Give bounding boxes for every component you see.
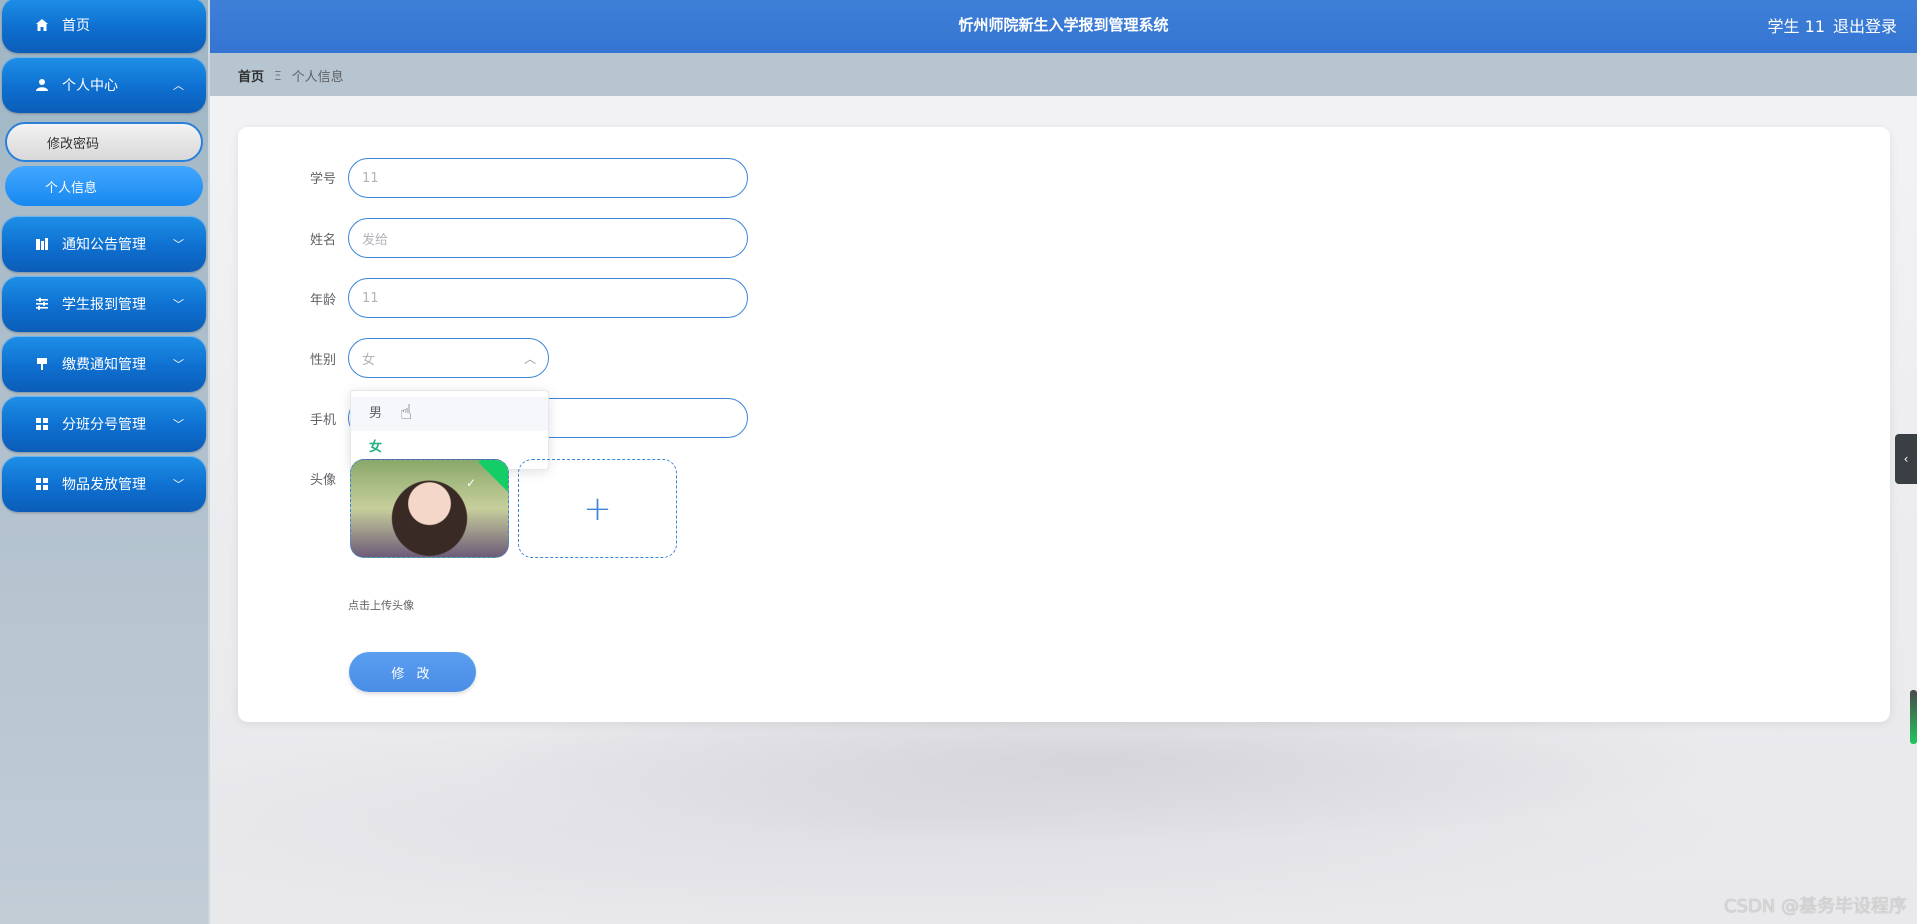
sidebar-subitem-personal-info[interactable]: 个人信息 xyxy=(5,166,203,206)
gender-select-value: 女 xyxy=(362,352,376,368)
age-label: 年龄 xyxy=(310,293,337,308)
app-title: 忻州师院新生入学报到管理系统 xyxy=(958,16,1169,34)
sidebar-item-personal-center[interactable]: 个人中心 ︿ xyxy=(2,57,206,113)
avatar-label: 头像 xyxy=(310,473,337,488)
breadcrumb-bar: 首页 Ξ 个人信息 xyxy=(210,53,1917,96)
chevron-down-icon: ﹀ xyxy=(173,358,184,371)
current-user: 学生 11 xyxy=(1767,17,1825,36)
sidebar-subitem-label: 个人信息 xyxy=(45,180,98,196)
plus-icon: + xyxy=(583,488,612,529)
user-icon xyxy=(34,77,50,93)
breadcrumb-home[interactable]: 首页 xyxy=(238,66,264,85)
grid-icon xyxy=(34,476,50,492)
sidebar-item-label: 分班分号管理 xyxy=(62,417,146,433)
breadcrumb-current: 个人信息 xyxy=(291,70,344,85)
hand-cursor-icon: ☝ xyxy=(400,400,413,424)
sidebar-subitem-change-password[interactable]: 修改密码 xyxy=(5,122,203,162)
scroll-indicator[interactable] xyxy=(1910,690,1917,744)
sidebar-item-payment[interactable]: 缴费通知管理 ﹀ xyxy=(2,336,206,392)
building-icon xyxy=(34,236,50,252)
sidebar-item-registration[interactable]: 学生报到管理 ﹀ xyxy=(2,276,206,332)
sidebar-item-home[interactable]: 首页 xyxy=(2,0,206,53)
sidebar-item-class-assignment[interactable]: 分班分号管理 ﹀ xyxy=(2,396,206,452)
sidebar: 首页 个人中心 ︿ 修改密码 个人信息 通知公告管理 ﹀ 学生报到管理 ﹀ 缴费… xyxy=(0,0,210,924)
gender-label: 性别 xyxy=(310,353,337,368)
sidebar-item-label: 学生报到管理 xyxy=(62,297,146,313)
student-id-label: 学号 xyxy=(310,172,337,187)
check-icon: ✓ xyxy=(465,476,476,490)
avatar-upload-button[interactable]: + xyxy=(518,459,677,558)
sliders-icon xyxy=(34,296,50,312)
avatar-preview[interactable]: ✓ xyxy=(350,459,509,558)
home-icon xyxy=(34,17,50,33)
name-field[interactable]: 发给 xyxy=(348,218,748,258)
gender-option-male[interactable]: 男 xyxy=(351,397,548,431)
grid-icon xyxy=(34,416,50,432)
chevron-down-icon: ﹀ xyxy=(173,238,184,251)
breadcrumb: 首页 Ξ 个人信息 xyxy=(238,66,344,86)
gender-select[interactable]: 女 ︿ xyxy=(348,338,549,378)
submit-button[interactable]: 修 改 xyxy=(349,652,476,692)
age-field[interactable]: 11 xyxy=(348,278,748,318)
avatar-upload-tip: 点击上传头像 xyxy=(348,599,414,612)
chevron-down-icon: ﹀ xyxy=(173,298,184,311)
sidebar-item-notice[interactable]: 通知公告管理 ﹀ xyxy=(2,216,206,272)
sidebar-subitem-label: 修改密码 xyxy=(47,136,100,152)
side-panel-toggle[interactable]: ‹ xyxy=(1895,434,1917,484)
chevron-down-icon: ﹀ xyxy=(173,478,184,491)
phone-label: 手机 xyxy=(310,413,337,428)
sidebar-item-label: 缴费通知管理 xyxy=(62,357,146,373)
upload-success-badge xyxy=(478,460,508,494)
student-id-field[interactable]: 11 xyxy=(348,158,748,198)
name-label: 姓名 xyxy=(310,233,337,248)
chevron-up-icon: ︿ xyxy=(523,352,536,366)
brush-icon xyxy=(34,356,50,372)
top-header: 忻州师院新生入学报到管理系统 学生 11 退出登录 xyxy=(210,0,1917,53)
chevron-left-icon: ‹ xyxy=(1903,452,1909,466)
sidebar-item-label: 首页 xyxy=(62,18,90,34)
chevron-up-icon: ︿ xyxy=(173,79,184,92)
gender-dropdown: 男 女 xyxy=(350,390,549,470)
breadcrumb-separator: Ξ xyxy=(274,68,282,83)
sidebar-item-distribution[interactable]: 物品发放管理 ﹀ xyxy=(2,456,206,512)
sidebar-item-label: 个人中心 xyxy=(62,78,118,94)
watermark: CSDN @基务毕设程序 xyxy=(1723,896,1907,917)
sidebar-item-label: 通知公告管理 xyxy=(62,237,146,253)
sidebar-item-label: 物品发放管理 xyxy=(62,477,146,493)
logout-button[interactable]: 退出登录 xyxy=(1833,13,1897,37)
chevron-down-icon: ﹀ xyxy=(173,418,184,431)
